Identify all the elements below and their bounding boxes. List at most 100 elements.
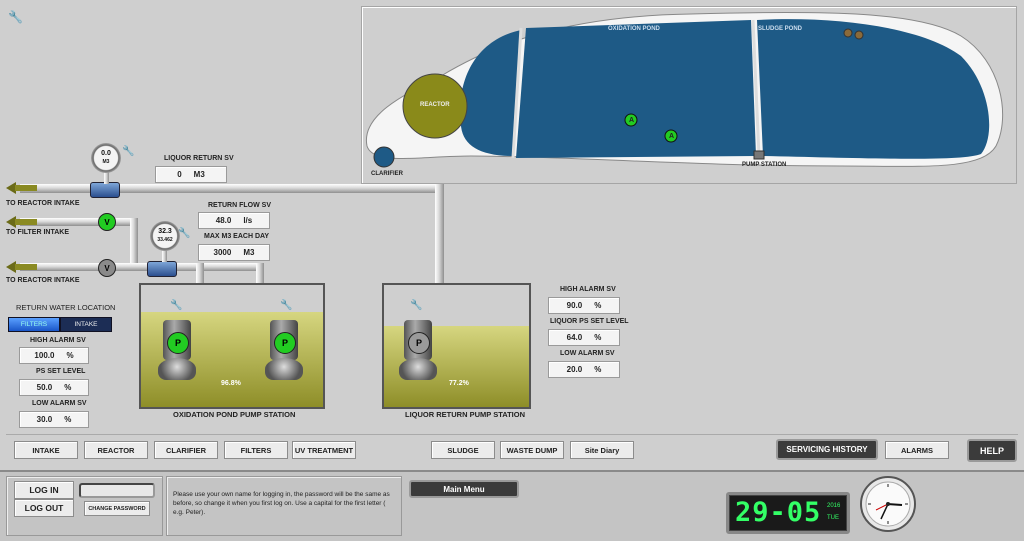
pump-station-marker [753, 150, 765, 160]
right-ps-set-value: 64.0 [566, 333, 583, 342]
nav-intake-button[interactable]: INTAKE [14, 441, 78, 459]
return-flow-gauge: 32.3 33.462 [150, 221, 180, 251]
wrench-icon[interactable]: 🔧 [178, 228, 190, 239]
pump-status: P [274, 332, 296, 354]
liquor-return-sv-field[interactable]: 0 M3 [155, 166, 227, 183]
return-flow-sv-label: RETURN FLOW SV [208, 202, 271, 209]
return-gauge-value: 32.3 [158, 228, 172, 235]
right-ps-set-field[interactable]: 64.0 % [548, 329, 620, 346]
left-high-alarm-unit: % [66, 351, 74, 360]
left-ps-set-value: 50.0 [36, 383, 53, 392]
left-pond [460, 30, 521, 156]
return-flow-meter [147, 261, 177, 277]
servicing-history-button[interactable]: SERVICING HISTORY [776, 439, 878, 460]
intake-toggle[interactable]: INTAKE [60, 317, 112, 332]
return-gauge-unit: 33.462 [157, 237, 173, 243]
right-high-alarm-value: 90.0 [566, 301, 583, 310]
left-high-alarm-value: 100.0 [34, 351, 55, 360]
clarifier-tank [373, 146, 395, 168]
to-reactor-intake-label: TO REACTOR INTAKE [6, 200, 80, 207]
return-flow-sv-value: 48.0 [215, 216, 232, 225]
liquor-flow-gauge: 0.0 M3 [91, 143, 121, 173]
return-flow-sv-field[interactable]: 48.0 l/s [198, 212, 270, 229]
nav-filters-button[interactable]: FILTERS [224, 441, 288, 459]
right-low-alarm-field[interactable]: 20.0 % [548, 361, 620, 378]
oxidation-pump-2[interactable]: P [265, 320, 303, 382]
date-year: 2016 [827, 503, 841, 509]
right-high-alarm-unit: % [594, 301, 602, 310]
to-reactor-intake-label-2: TO REACTOR INTAKE [6, 277, 80, 284]
pump-status: P [167, 332, 189, 354]
liquor-return-sv-unit: M3 [193, 170, 205, 179]
oxidation-pump-1[interactable]: P [158, 320, 196, 382]
nav-reactor-button[interactable]: REACTOR [84, 441, 148, 459]
max-m3-label: MAX M3 EACH DAY [204, 233, 270, 240]
liquor-station-level: 77.2% [449, 380, 469, 387]
sludge-pond-label: SLUDGE POND [758, 26, 803, 32]
left-high-alarm-label: HIGH ALARM SV [30, 337, 86, 344]
logout-button[interactable]: LOG OUT [14, 499, 74, 517]
oxidation-pond-label: OXIDATION POND [608, 26, 660, 32]
arrow-bar [15, 264, 37, 270]
right-high-alarm-label: HIGH ALARM SV [560, 286, 616, 293]
filter-intake-valve[interactable]: V [98, 213, 116, 231]
liquor-flow-meter [90, 182, 120, 198]
wrench-icon[interactable]: 🔧 [170, 300, 182, 311]
liquor-pump[interactable]: P [399, 320, 437, 382]
main-menu-button[interactable]: Main Menu [409, 480, 519, 498]
login-button[interactable]: LOG IN [14, 481, 74, 499]
reactor-label[interactable]: REACTOR [420, 102, 450, 108]
liquor-gauge-unit: M3 [102, 159, 110, 165]
nav-uv-treatment-button[interactable]: UV TREATMENT [292, 441, 356, 459]
nav-alarms-button[interactable]: ALARMS [885, 441, 949, 459]
liquor-station-title: LIQUOR RETURN PUMP STATION [405, 410, 525, 419]
right-ps-set-label: LIQUOR PS SET LEVEL [550, 318, 629, 325]
aerator-label: A [629, 117, 635, 124]
filters-toggle[interactable]: FILTERS [8, 317, 60, 332]
max-m3-unit: M3 [243, 248, 255, 257]
left-low-alarm-unit: % [64, 415, 72, 424]
filter-intake-riser [130, 218, 138, 268]
max-m3-value: 3000 [213, 248, 232, 257]
aerator-label: A [669, 133, 675, 140]
pump-status: P [408, 332, 430, 354]
wrench-icon[interactable]: 🔧 [122, 146, 134, 157]
to-filter-intake-label: TO FILTER INTAKE [6, 229, 69, 236]
oxidation-station-level: 96.8% [221, 380, 241, 387]
filter-intake-pipe [20, 218, 138, 226]
wrench-icon[interactable]: 🔧 [280, 300, 292, 311]
reactor-return-pipe [20, 263, 264, 271]
change-password-button[interactable]: CHANGE PASSWORD [84, 501, 150, 516]
settings-wrench-icon[interactable]: 🔧 [8, 10, 23, 24]
max-m3-field[interactable]: 3000 M3 [198, 244, 270, 261]
wrench-icon[interactable]: 🔧 [410, 300, 422, 311]
return-water-location-label: RETURN WATER LOCATION [16, 303, 116, 312]
date-day: TUE [827, 515, 839, 521]
right-low-alarm-unit: % [594, 365, 602, 374]
login-message: Please use your own name for logging in,… [173, 491, 390, 516]
liquor-return-pipe [20, 184, 444, 193]
right-ps-set-unit: % [594, 333, 602, 342]
return-flow-sv-unit: l/s [243, 216, 253, 225]
reactor-intake-valve[interactable]: V [98, 259, 116, 277]
pump-station-label[interactable]: PUMP STATION [742, 162, 786, 168]
left-ps-set-field[interactable]: 50.0 % [19, 379, 89, 396]
left-low-alarm-field[interactable]: 30.0 % [19, 411, 89, 428]
nav-site-diary-button[interactable]: Site Diary [570, 441, 634, 459]
right-high-alarm-field[interactable]: 90.0 % [548, 297, 620, 314]
arrow-bar [15, 185, 37, 191]
clarifier-label[interactable]: CLARIFIER [371, 171, 403, 177]
nav-sludge-button[interactable]: SLUDGE [431, 441, 495, 459]
nav-waste-dump-button[interactable]: WASTE DUMP [500, 441, 564, 459]
arrow-bar [15, 219, 37, 225]
digital-date-display: 29-05 2016 TUE [726, 492, 850, 534]
help-button[interactable]: HELP [967, 439, 1017, 462]
right-low-alarm-label: LOW ALARM SV [560, 350, 615, 357]
username-field[interactable] [79, 483, 155, 498]
left-high-alarm-field[interactable]: 100.0 % [19, 347, 89, 364]
left-ps-set-label: PS SET LEVEL [36, 368, 86, 375]
liquor-return-sv-label: LIQUOR RETURN SV [164, 155, 234, 162]
pond-map [365, 11, 1003, 168]
nav-clarifier-button[interactable]: CLARIFIER [154, 441, 218, 459]
liquor-gauge-value: 0.0 [101, 150, 111, 157]
